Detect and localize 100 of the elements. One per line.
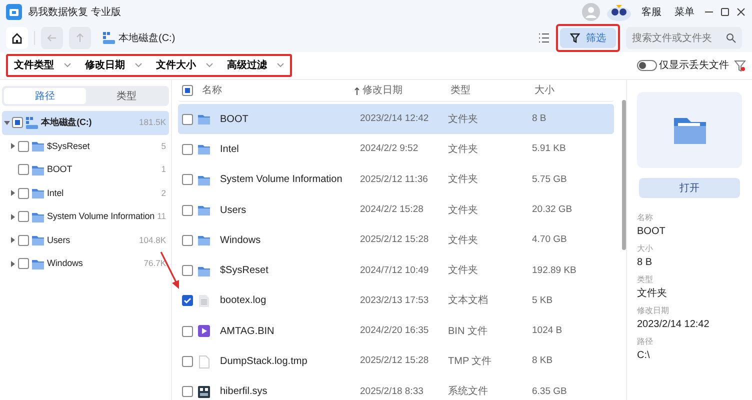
checkbox[interactable]	[182, 114, 193, 125]
arrow-up-icon	[74, 32, 86, 44]
checkbox[interactable]	[18, 211, 29, 222]
file-row[interactable]: Users 2024/2/2 15:28 文件夹 20.32 GB	[178, 194, 614, 226]
filter-dropdown[interactable]: 修改日期	[85, 58, 142, 73]
checkbox[interactable]	[182, 174, 193, 186]
checkbox[interactable]	[182, 265, 193, 276]
tree-item[interactable]: BOOT 1	[2, 158, 169, 182]
tree-item[interactable]: 本地磁盘(C:) 181.5K	[2, 111, 169, 134]
file-row[interactable]: AMTAG.BIN 2024/2/20 16:35 BIN 文件 1024 B	[178, 316, 614, 346]
folder-icon	[197, 203, 211, 218]
caret-icon[interactable]	[10, 190, 16, 196]
checkbox[interactable]	[18, 258, 29, 270]
checkbox[interactable]	[12, 117, 23, 128]
mascot-icon[interactable]	[606, 3, 632, 21]
file-row[interactable]: DumpStack.log.tmp 2025/2/12 15:28 TMP 文件 8 KB	[178, 346, 614, 377]
sidebar-tab[interactable]: 类型	[86, 88, 167, 104]
checkbox[interactable]	[182, 85, 193, 96]
drive-icon	[102, 31, 116, 45]
filter-icon	[570, 33, 580, 43]
file-row[interactable]: BOOT 2023/2/14 12:42 文件夹 8 B	[178, 104, 614, 134]
filter-clear-icon[interactable]	[734, 60, 746, 72]
tree-item[interactable]: Users 104.8K	[2, 228, 169, 252]
maximize-icon[interactable]	[720, 7, 730, 17]
caret-icon[interactable]	[10, 143, 16, 150]
toggle-label: 仅显示丢失文件	[659, 58, 729, 73]
table-cell-text: 文件夹	[448, 142, 479, 157]
table-cell-text: 2024/2/2 15:28	[360, 202, 424, 217]
sidebar-tab[interactable]: 路径	[4, 88, 86, 104]
file-row[interactable]: Windows 2025/2/12 15:28 文件夹 4.70 GB	[178, 225, 614, 256]
table-cell-text: 2025/2/12 15:28	[360, 354, 430, 368]
field-label: 类型	[637, 274, 654, 286]
open-button[interactable]: 打开	[639, 178, 740, 198]
checkbox[interactable]	[18, 164, 29, 176]
field-label: 名称	[637, 212, 654, 224]
list-view-icon[interactable]	[538, 32, 550, 44]
table-cell-text: 2023/2/13 17:53	[360, 294, 430, 308]
file-row[interactable]: hiberfil.sys 2025/2/18 8:33 系统文件 6.35 GB	[178, 376, 614, 400]
header-link[interactable]: 客服	[638, 4, 665, 20]
drive-icon	[25, 116, 39, 130]
checkbox[interactable]	[182, 144, 193, 155]
table-cell-text: 2025/2/18 8:33	[360, 384, 424, 399]
file-name: Windows	[220, 234, 261, 248]
file-name: AMTAG.BIN	[220, 324, 274, 339]
home-button[interactable]	[6, 27, 28, 49]
tree-item[interactable]: System Volume Information 11	[2, 205, 169, 228]
file-row[interactable]: bootex.log 2023/2/13 17:53 文本文档 5 KB	[178, 286, 614, 316]
header-link[interactable]: 菜单	[671, 4, 698, 20]
toggle-switch[interactable]	[636, 60, 656, 71]
scrollbar[interactable]	[622, 100, 626, 250]
checkbox[interactable]	[182, 356, 193, 368]
search-icon[interactable]	[726, 33, 736, 43]
filter-button[interactable]: 筛选	[560, 28, 616, 48]
location-label: 本地磁盘(C:)	[118, 32, 176, 46]
table-cell-text: 2024/7/12 10:49	[360, 264, 430, 278]
table-cell-text: 2025/2/12 15:28	[360, 233, 430, 248]
table-cell-text: 5 KB	[532, 294, 554, 308]
field-label: 修改日期	[637, 305, 670, 317]
file-name: hiberfil.sys	[220, 385, 268, 400]
table-cell-text: 文件夹	[448, 264, 479, 278]
filter-dropdown[interactable]: 文件类型	[14, 58, 71, 73]
close-icon[interactable]	[736, 7, 746, 17]
file-icon	[197, 354, 211, 369]
sort-arrow-icon[interactable]	[354, 86, 360, 94]
search-field[interactable]: 搜索文件或文件夹	[626, 27, 742, 49]
checkbox[interactable]	[18, 188, 29, 199]
folder-icon	[197, 142, 211, 156]
checkbox[interactable]	[182, 326, 193, 337]
table-cell-text: 1024 B	[532, 324, 564, 338]
table-cell-text: 系统文件	[448, 384, 489, 400]
checkbox[interactable]	[182, 295, 193, 306]
field-value: 8 B	[637, 256, 654, 270]
app-title: 易我数据恢复 专业版	[28, 6, 121, 20]
checkbox[interactable]	[182, 204, 193, 216]
filter-dropdown[interactable]: 高级过滤	[227, 58, 284, 73]
table-cell-text: 5.91 KB	[532, 142, 567, 156]
checkbox[interactable]	[18, 234, 29, 246]
file-row[interactable]: System Volume Information 2025/2/12 11:36 文件夹 5.75 GB	[178, 164, 614, 195]
caret-icon	[206, 63, 213, 68]
column-header: 修改日期	[362, 84, 402, 96]
caret-icon[interactable]	[4, 120, 10, 126]
file-name: BOOT	[220, 112, 248, 127]
checkbox[interactable]	[182, 234, 193, 246]
caret-icon[interactable]	[10, 260, 16, 267]
checkbox[interactable]	[182, 386, 193, 398]
tree-item[interactable]: Windows 76.7K	[2, 252, 169, 276]
folder-icon	[197, 233, 211, 248]
tree-item[interactable]: Intel 2	[2, 182, 169, 205]
caret-icon[interactable]	[10, 214, 16, 220]
table-cell-text: 文件夹	[448, 204, 479, 218]
column-header: 名称	[202, 84, 222, 98]
table-cell-text: 2024/2/2 9:52	[360, 142, 420, 156]
folder-icon	[31, 186, 45, 200]
table-cell-text: 2023/2/14 12:42	[360, 112, 430, 126]
checkbox[interactable]	[18, 140, 29, 152]
file-row[interactable]: $SysReset 2024/7/12 10:49 文件夹 192.89 KB	[178, 255, 614, 286]
file-row[interactable]: Intel 2024/2/2 9:52 文件夹 5.91 KB	[178, 134, 614, 165]
caret-icon[interactable]	[10, 237, 16, 244]
tree-item[interactable]: $SysReset 5	[2, 134, 169, 158]
filter-dropdown[interactable]: 文件大小	[156, 58, 213, 73]
